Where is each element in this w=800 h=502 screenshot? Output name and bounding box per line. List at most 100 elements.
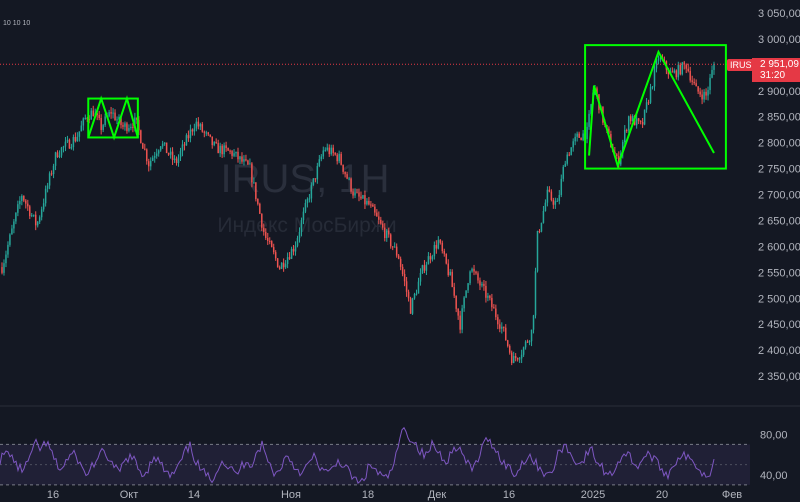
candle	[516, 357, 519, 362]
candle	[286, 252, 289, 269]
candle	[5, 250, 7, 268]
candle	[447, 259, 449, 277]
price-chart[interactable]: IRUS, 1H Индекс МосБиржи 3 050,00 3 000,0…	[0, 0, 800, 502]
candle	[586, 122, 588, 144]
candle	[80, 120, 83, 132]
candle	[29, 204, 31, 220]
candle	[639, 120, 642, 125]
candle	[625, 128, 628, 133]
candle	[451, 269, 453, 288]
candle	[112, 108, 114, 119]
candle	[209, 134, 211, 138]
candle	[705, 88, 707, 100]
candle	[562, 164, 565, 182]
candle	[36, 220, 39, 228]
rsi-axis[interactable]: 80,00 40,00	[760, 429, 788, 482]
candle	[13, 219, 15, 234]
pattern-zigzag[interactable]	[588, 49, 715, 170]
candle	[280, 262, 283, 270]
candle	[508, 344, 511, 355]
candle	[487, 292, 489, 302]
candle	[580, 137, 582, 141]
candle	[697, 86, 699, 95]
candle	[483, 280, 485, 291]
candle	[330, 144, 332, 156]
candle	[17, 200, 19, 217]
candle	[292, 244, 295, 256]
candle	[443, 248, 446, 257]
candle	[34, 211, 37, 231]
candle	[386, 228, 388, 242]
candle	[425, 261, 428, 276]
candle	[534, 267, 537, 319]
candle	[44, 185, 47, 207]
candle	[415, 289, 418, 296]
candle	[270, 240, 273, 248]
candle	[495, 304, 497, 321]
candle	[15, 212, 17, 225]
candle	[409, 296, 412, 314]
candle	[50, 170, 53, 176]
candle	[32, 214, 35, 218]
price-tick-label: 2 800,00	[758, 138, 800, 150]
candle	[233, 149, 235, 158]
candle	[167, 152, 170, 156]
price-tick-label: 2 900,00	[758, 86, 800, 98]
candle	[695, 79, 697, 87]
chart-stage[interactable]: IRUS, 1H Индекс МосБиржи 3 050,00 3 000,0…	[0, 0, 800, 502]
candle	[169, 147, 172, 159]
price-tick-label: 2 650,00	[758, 215, 800, 227]
candle	[187, 130, 190, 142]
time-axis[interactable]: 16 Окт 14 Ноя 18 Дек 16 2025 20 Фев	[47, 489, 742, 501]
candle	[701, 89, 703, 105]
candle	[207, 131, 210, 137]
candle	[195, 117, 198, 132]
candle	[52, 163, 55, 179]
candle	[1, 262, 3, 275]
candle	[177, 154, 180, 167]
candle	[548, 186, 551, 193]
candle	[493, 304, 495, 309]
candle	[48, 171, 51, 190]
candle	[471, 267, 473, 273]
candle	[90, 107, 92, 120]
candle	[272, 243, 275, 255]
candle	[199, 122, 202, 130]
candle	[151, 155, 154, 162]
time-tick-label: 18	[362, 489, 374, 501]
candle	[213, 141, 215, 147]
candle	[157, 149, 160, 157]
candle	[481, 281, 483, 288]
candle	[578, 131, 580, 139]
price-tick-label: 2 500,00	[758, 293, 800, 305]
last-price-value: 2 951,09	[760, 59, 799, 70]
candle	[326, 143, 329, 152]
time-tick-label: Ноя	[281, 489, 301, 501]
candle	[465, 290, 467, 299]
pattern-rectangle[interactable]	[584, 44, 727, 170]
candle	[334, 152, 336, 156]
candle	[110, 106, 112, 119]
candle	[76, 132, 79, 142]
candle	[130, 123, 132, 131]
candle	[433, 241, 436, 260]
candle	[30, 212, 33, 218]
candle	[554, 197, 557, 209]
candle	[205, 130, 208, 137]
candle	[159, 145, 162, 152]
candle	[128, 124, 130, 133]
candle	[526, 339, 529, 343]
time-tick-label: Фев	[722, 489, 742, 501]
candle	[221, 144, 223, 158]
candle	[441, 240, 444, 254]
candle	[651, 86, 654, 90]
candle	[649, 83, 652, 105]
candle	[78, 131, 81, 142]
candle	[645, 98, 648, 113]
candle	[146, 148, 148, 165]
pattern-annotations[interactable]	[87, 44, 727, 170]
candle	[92, 105, 94, 117]
watermark-symbol: IRUS, 1H	[221, 157, 390, 201]
candle	[503, 326, 505, 332]
candle	[437, 236, 440, 250]
